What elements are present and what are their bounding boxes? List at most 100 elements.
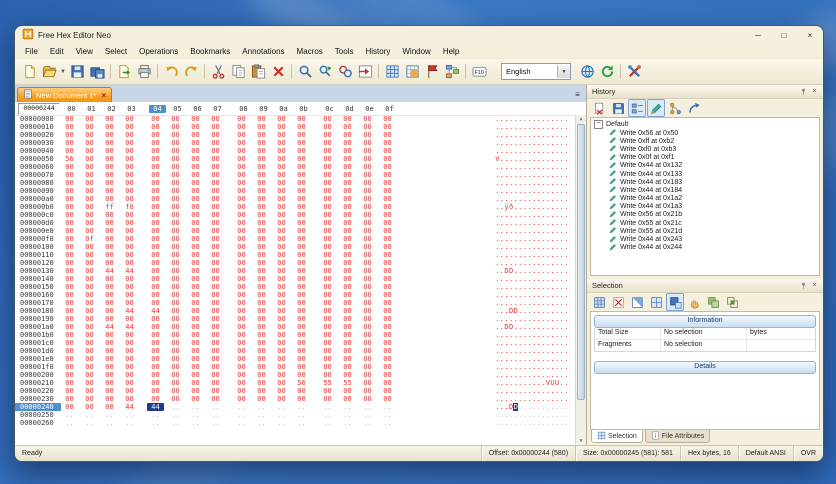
hex-byte[interactable]: 00 xyxy=(253,203,270,211)
hex-byte[interactable]: 00 xyxy=(81,251,98,259)
hex-byte[interactable]: 00 xyxy=(101,227,118,235)
hex-byte[interactable]: 00 xyxy=(101,363,118,371)
hex-byte[interactable]: 00 xyxy=(81,395,98,403)
hex-byte[interactable]: .. xyxy=(339,411,356,419)
menu-operations[interactable]: Operations xyxy=(133,46,184,57)
hex-byte[interactable]: 00 xyxy=(253,163,270,171)
hex-byte[interactable]: 00 xyxy=(207,131,224,139)
hex-byte[interactable]: 00 xyxy=(187,235,204,243)
hex-byte[interactable]: 00 xyxy=(293,211,310,219)
hex-byte[interactable]: 00 xyxy=(319,395,336,403)
hex-byte[interactable]: 00 xyxy=(121,283,138,291)
selection-invert-selection-button[interactable] xyxy=(628,293,646,311)
hex-byte[interactable]: 00 xyxy=(233,243,250,251)
hex-byte[interactable]: 00 xyxy=(207,275,224,283)
hex-byte[interactable]: 00 xyxy=(319,387,336,395)
hex-byte[interactable]: 00 xyxy=(379,251,396,259)
fill-block-button[interactable] xyxy=(382,62,402,82)
hex-byte[interactable]: 00 xyxy=(61,315,78,323)
hex-byte[interactable]: 00 xyxy=(319,219,336,227)
hex-byte[interactable]: 00 xyxy=(167,171,184,179)
hex-byte[interactable]: 00 xyxy=(253,219,270,227)
hex-byte[interactable]: 00 xyxy=(61,227,78,235)
hex-byte[interactable]: 00 xyxy=(167,315,184,323)
hex-byte[interactable]: 00 xyxy=(359,227,376,235)
hex-byte[interactable]: 00 xyxy=(359,387,376,395)
hex-byte[interactable]: 00 xyxy=(273,371,290,379)
menu-tools[interactable]: Tools xyxy=(329,46,360,57)
hex-byte[interactable]: 00 xyxy=(359,331,376,339)
hex-byte[interactable]: 00 xyxy=(167,163,184,171)
hex-byte[interactable]: 00 xyxy=(61,291,78,299)
hex-byte[interactable]: 00 xyxy=(233,339,250,347)
hex-byte[interactable]: 00 xyxy=(253,227,270,235)
hex-byte[interactable]: 00 xyxy=(273,339,290,347)
hex-byte[interactable]: 00 xyxy=(147,163,164,171)
hex-byte[interactable]: 00 xyxy=(359,251,376,259)
ascii-char[interactable]: . xyxy=(564,355,569,363)
find-button[interactable] xyxy=(295,62,315,82)
hex-byte[interactable]: 00 xyxy=(253,371,270,379)
hex-byte[interactable]: 00 xyxy=(379,219,396,227)
hex-byte[interactable]: 00 xyxy=(187,267,204,275)
ascii-char[interactable]: . xyxy=(564,323,569,331)
ascii-char[interactable]: . xyxy=(564,395,569,403)
hex-byte[interactable]: 00 xyxy=(167,147,184,155)
hex-byte[interactable]: 00 xyxy=(359,163,376,171)
hex-byte[interactable]: 00 xyxy=(121,131,138,139)
hex-byte[interactable]: .. xyxy=(319,411,336,419)
hex-byte[interactable]: 00 xyxy=(379,155,396,163)
hex-byte[interactable]: 00 xyxy=(121,155,138,163)
hex-byte[interactable]: 00 xyxy=(293,147,310,155)
hex-byte[interactable]: 00 xyxy=(101,395,118,403)
hex-byte[interactable]: 00 xyxy=(379,379,396,387)
history-item[interactable]: Write 0x56 at 0x50 xyxy=(594,129,819,137)
hex-byte[interactable]: 00 xyxy=(187,347,204,355)
hex-byte[interactable]: 00 xyxy=(233,115,250,123)
hex-byte[interactable]: 00 xyxy=(319,275,336,283)
hex-byte[interactable]: 00 xyxy=(379,331,396,339)
hex-byte[interactable]: 00 xyxy=(233,259,250,267)
hex-byte[interactable]: 00 xyxy=(359,123,376,131)
hex-byte[interactable]: 00 xyxy=(61,307,78,315)
hex-byte[interactable]: 00 xyxy=(339,147,356,155)
hex-byte[interactable]: 00 xyxy=(81,219,98,227)
hex-byte[interactable]: 00 xyxy=(207,291,224,299)
hex-byte[interactable]: 00 xyxy=(167,387,184,395)
hex-byte[interactable]: 00 xyxy=(207,347,224,355)
hex-byte[interactable]: 00 xyxy=(253,195,270,203)
hex-byte[interactable]: 00 xyxy=(293,387,310,395)
hex-byte[interactable]: 00 xyxy=(207,115,224,123)
history-item[interactable]: Write 0x56 at 0x21b xyxy=(594,211,819,219)
history-save-button[interactable] xyxy=(609,99,627,117)
hex-byte[interactable]: 00 xyxy=(359,171,376,179)
hex-byte[interactable]: 00 xyxy=(359,179,376,187)
hex-byte[interactable]: 00 xyxy=(121,331,138,339)
hex-byte[interactable]: 00 xyxy=(101,387,118,395)
hex-byte[interactable]: 00 xyxy=(319,163,336,171)
hex-byte[interactable]: 00 xyxy=(207,339,224,347)
hex-byte[interactable]: 00 xyxy=(379,163,396,171)
hex-byte[interactable]: 00 xyxy=(273,195,290,203)
menu-history[interactable]: History xyxy=(359,46,396,57)
pin-icon[interactable] xyxy=(798,87,809,96)
hex-byte[interactable]: 00 xyxy=(167,363,184,371)
ascii-char[interactable]: . xyxy=(564,347,569,355)
history-item[interactable]: Write 0xff at 0xb2 xyxy=(594,137,819,145)
history-root[interactable]: − Default xyxy=(594,120,819,129)
hex-byte[interactable]: 00 xyxy=(207,395,224,403)
hex-byte[interactable]: 00 xyxy=(207,283,224,291)
hex-byte[interactable]: 00 xyxy=(359,243,376,251)
hex-byte[interactable]: 00 xyxy=(81,291,98,299)
delete-button[interactable] xyxy=(268,62,288,82)
hex-byte[interactable]: 00 xyxy=(339,155,356,163)
hex-byte[interactable]: 00 xyxy=(121,227,138,235)
hex-byte[interactable]: 00 xyxy=(379,347,396,355)
hex-byte[interactable]: 00 xyxy=(233,235,250,243)
hex-byte[interactable]: 00 xyxy=(273,315,290,323)
hex-byte[interactable]: 00 xyxy=(293,275,310,283)
hex-byte[interactable]: 00 xyxy=(147,123,164,131)
history-jump-version-button[interactable] xyxy=(685,99,703,117)
hex-byte[interactable]: 00 xyxy=(359,115,376,123)
hex-byte[interactable]: 00 xyxy=(81,227,98,235)
